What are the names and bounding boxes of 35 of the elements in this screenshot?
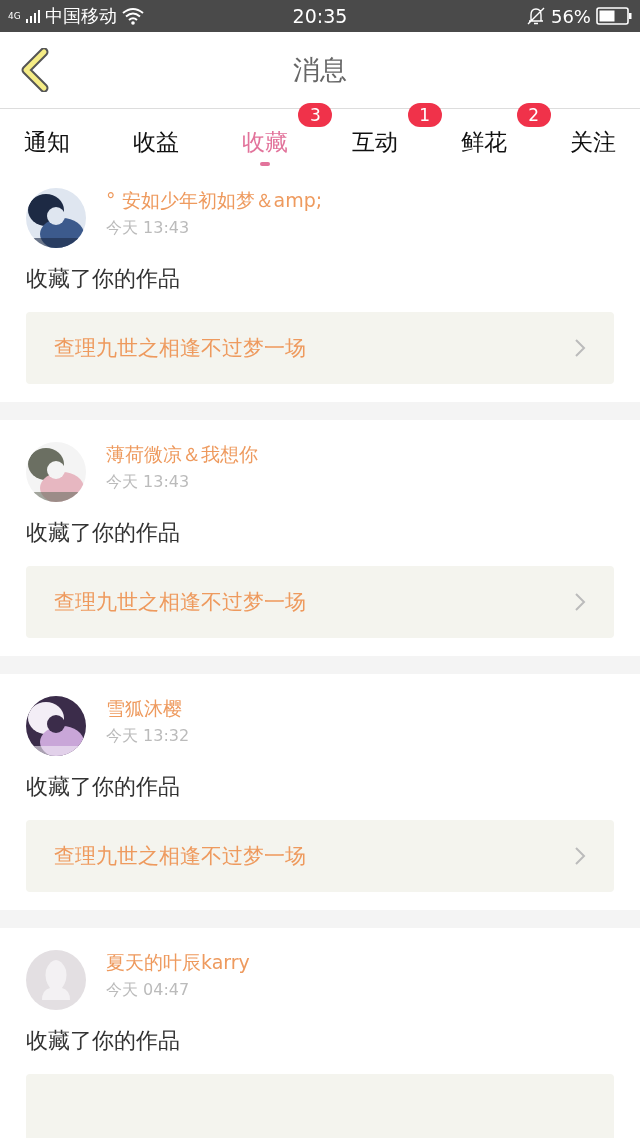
user-name[interactable]: ° 安如少年初如梦＆amp;	[106, 188, 323, 214]
tab[interactable]: 收益	[119, 109, 194, 166]
message-text: 收藏了你的作品	[26, 265, 181, 293]
carrier-name: 中国移动	[44, 4, 117, 28]
timestamp: 今天 04:47	[106, 980, 191, 1001]
avatar-placeholder-icon	[26, 950, 86, 1010]
timestamp: 今天 13:32	[106, 726, 190, 747]
message-text: 收藏了你的作品	[26, 773, 181, 801]
work-link[interactable]: 查理九世之相逢不过梦一场	[26, 312, 614, 384]
message-text: 收藏了你的作品	[26, 519, 181, 547]
chevron-right-icon	[574, 592, 586, 612]
battery-icon	[596, 7, 632, 25]
count-badge: 2	[516, 103, 551, 127]
work-link[interactable]: 查理九世之相逢不过梦一场	[26, 566, 614, 638]
timestamp: 今天 13:43	[106, 472, 191, 493]
tab[interactable]: 通知	[10, 109, 84, 166]
message-text: 收藏了你的作品	[26, 1027, 181, 1055]
battery-percent: 56%	[550, 5, 591, 27]
network-type: 4G	[8, 11, 21, 21]
user-name[interactable]: 夏天的叶辰karry	[106, 950, 250, 976]
chevron-right-icon	[574, 338, 586, 358]
chevron-right-icon	[574, 846, 586, 866]
clock: 20:35	[292, 5, 348, 27]
user-name[interactable]: 薄荷微凉＆我想你	[106, 442, 258, 468]
count-badge: 1	[407, 103, 442, 127]
wifi-icon	[121, 7, 144, 25]
user-name[interactable]: 雪狐沐樱	[106, 696, 190, 722]
bell-muted-icon	[525, 6, 546, 26]
tab-underline	[260, 162, 271, 166]
page-title: 消息	[293, 53, 347, 87]
work-link[interactable]: 查理九世之相逢不过梦一场	[26, 820, 614, 892]
count-badge: 3	[298, 103, 333, 127]
tab[interactable]: 关注	[555, 109, 630, 166]
signal-icon	[25, 9, 40, 23]
timestamp: 今天 13:43	[106, 218, 191, 239]
